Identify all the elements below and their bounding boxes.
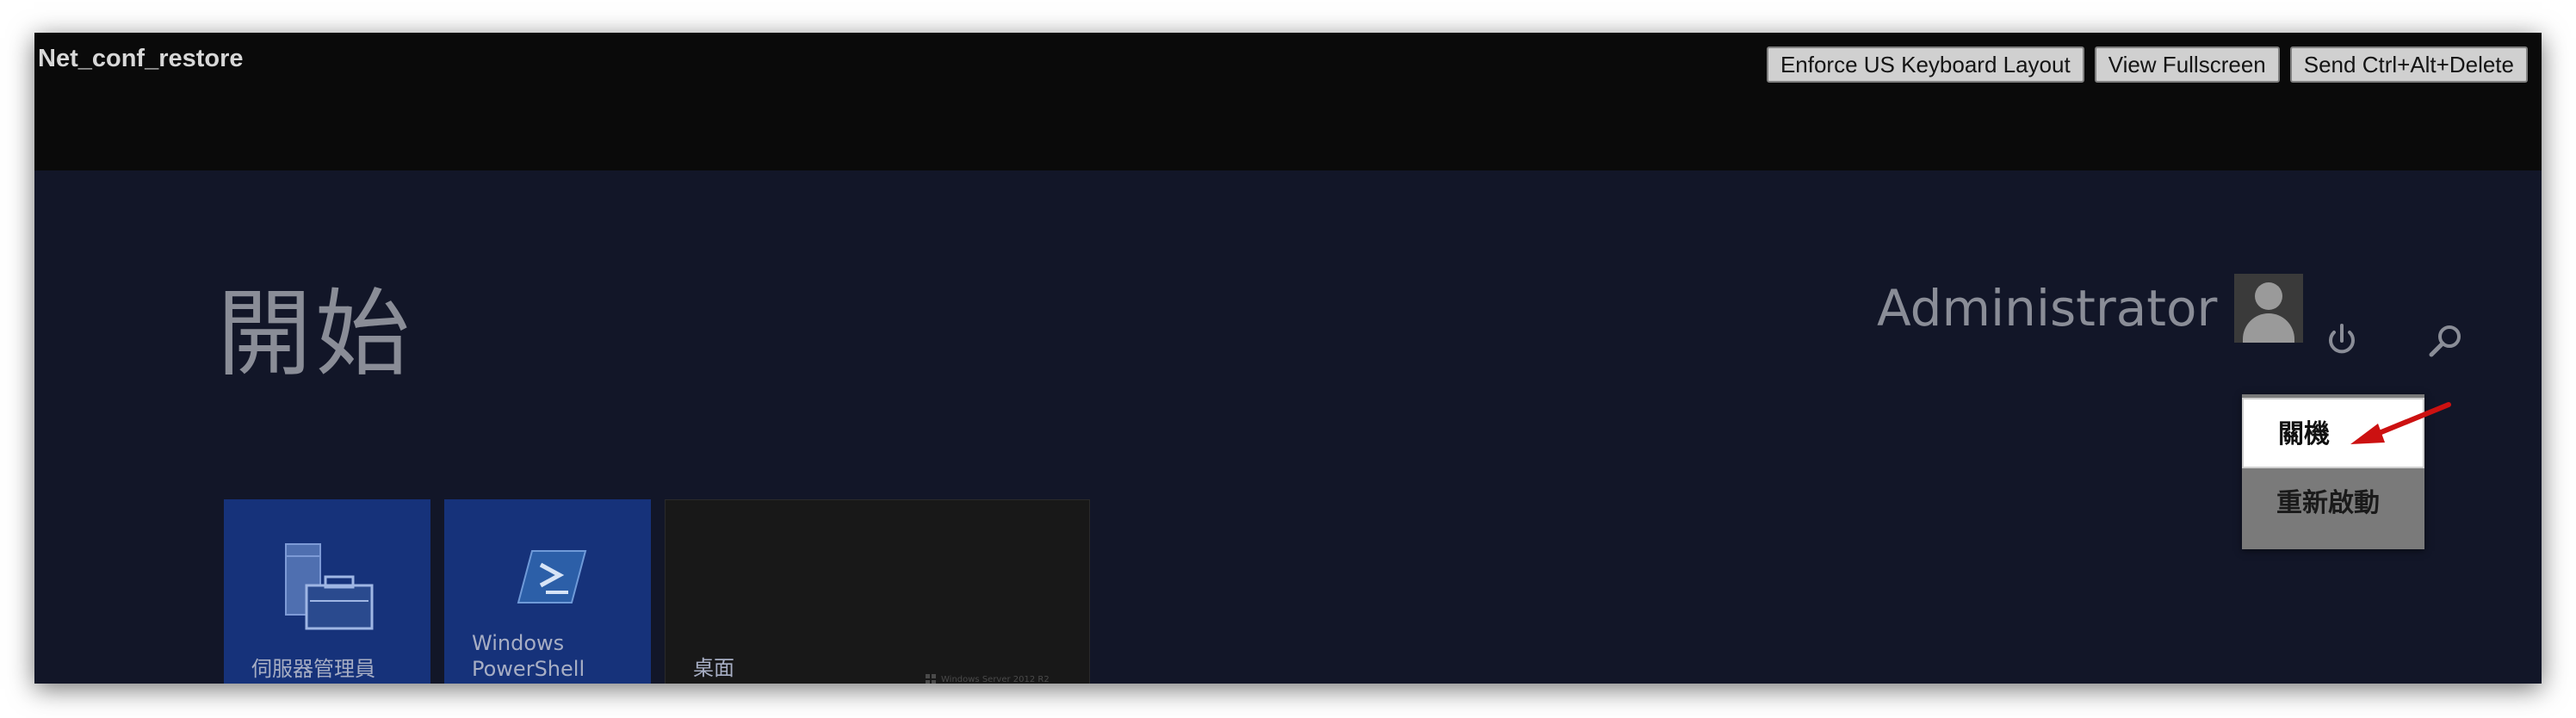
user-account[interactable]: Administrator: [1877, 274, 2304, 343]
tile-desktop-label: 桌面: [693, 656, 734, 680]
power-icon: [2329, 324, 2355, 354]
power-button[interactable]: [2316, 315, 2368, 367]
red-arrow-annotation: [2350, 402, 2451, 444]
start-screen: 開始 Administrator 關機 重新啟動 伺服器管理員 Windows …: [34, 170, 2542, 684]
restart-menu-item[interactable]: 重新啟動: [2242, 468, 2424, 539]
enforce-keyboard-layout-button[interactable]: Enforce US Keyboard Layout: [1766, 46, 2084, 83]
vm-console-window: Net_conf_restore Enforce US Keyboard Lay…: [34, 33, 2542, 684]
console-toolbar: Net_conf_restore Enforce US Keyboard Lay…: [34, 33, 2542, 170]
tile-server-manager[interactable]: 伺服器管理員: [224, 499, 430, 684]
view-fullscreen-button[interactable]: View Fullscreen: [2094, 46, 2280, 83]
tile-windows-powershell[interactable]: Windows PowerShell: [444, 499, 651, 684]
windows-logo-icon: [926, 674, 936, 684]
tile-powershell-label: Windows PowerShell: [472, 630, 585, 682]
windows-server-watermark-text: Windows Server 2012 R2: [941, 674, 1050, 684]
avatar[interactable]: [2234, 274, 2304, 343]
user-name: Administrator: [1877, 279, 2218, 337]
tile-powershell-label-line1: Windows: [472, 631, 565, 655]
avatar-body: [2243, 313, 2295, 343]
start-heading: 開始: [217, 279, 413, 389]
search-button[interactable]: [2419, 315, 2471, 367]
avatar-head: [2255, 282, 2283, 310]
tile-server-manager-label: 伺服器管理員: [251, 657, 375, 681]
send-ctrl-alt-delete-button[interactable]: Send Ctrl+Alt+Delete: [2289, 46, 2528, 83]
server-manager-icon: [285, 543, 374, 630]
tile-desktop[interactable]: 桌面 Windows Server 2012 R2: [665, 499, 1090, 684]
tile-powershell-label-line2: PowerShell: [472, 657, 585, 681]
search-icon: [2429, 325, 2461, 357]
vm-title: Net_conf_restore: [38, 45, 244, 72]
windows-server-watermark: Windows Server 2012 R2: [926, 674, 1050, 684]
toolbar-buttons: Enforce US Keyboard Layout View Fullscre…: [1766, 46, 2528, 83]
powershell-icon: [517, 550, 587, 603]
